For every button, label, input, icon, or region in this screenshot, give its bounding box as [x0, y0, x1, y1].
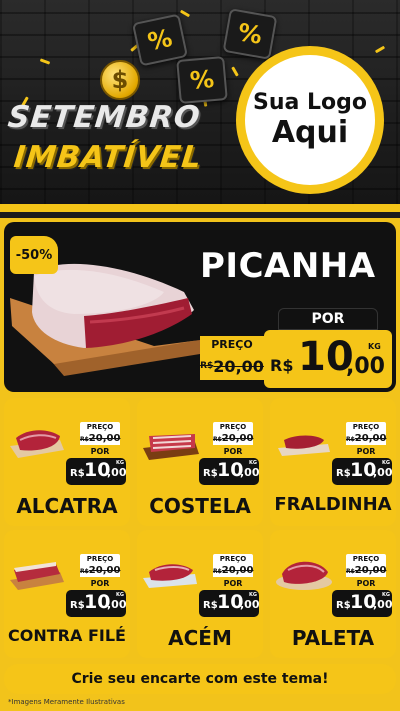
featured-por-label: POR [278, 308, 378, 330]
product-card: PREÇO R$20,00 POR R$ 10,00 KG ACÉM [137, 530, 263, 658]
product-card: PREÇO R$20,00 POR R$ 10,00 KG COSTELA [137, 398, 263, 526]
product-name: CONTRA FILÉ [8, 626, 126, 645]
logo-text-line1: Sua Logo [252, 90, 367, 115]
title-imbativel: IMBATÍVEL [12, 140, 204, 175]
old-price: R$20,00 [213, 564, 254, 577]
por-label: POR [80, 446, 120, 457]
product-price: R$ 10,00 KG [332, 590, 393, 617]
meat-image [143, 434, 199, 460]
product-name: FRALDINHA [274, 494, 392, 515]
confetti-decoration [39, 58, 51, 65]
cta-banner[interactable]: Crie seu encarte com este tema! [4, 664, 396, 694]
preco-label: PREÇO [213, 554, 253, 564]
product-name: COSTELA [149, 494, 251, 518]
old-price: R$20,00 [80, 432, 121, 445]
featured-product-name: PICANHA [200, 246, 376, 286]
preco-label: PREÇO [80, 422, 120, 432]
meat-image [143, 564, 197, 588]
product-price: R$ 10,00 KG [332, 458, 393, 485]
product-card: PREÇO R$20,00 POR R$ 10,00 KG PALETA [270, 530, 396, 658]
featured-preco-label: PREÇO [200, 336, 264, 352]
product-price: R$ 10,00 KG [66, 590, 127, 617]
product-card: PREÇO R$20,00 POR R$ 10,00 KG CONTRA FILÉ [4, 530, 130, 658]
product-card: PREÇO R$20,00 POR R$ 10,00 KG ALCATRA [4, 398, 130, 526]
percent-icon: % [222, 8, 278, 60]
meat-image [276, 561, 332, 590]
preco-label: PREÇO [346, 554, 386, 564]
meat-image [278, 435, 330, 456]
old-price: R$20,00 [213, 432, 254, 445]
product-name: PALETA [291, 626, 375, 650]
logo-text-line2: Aqui [271, 115, 349, 150]
por-label: POR [213, 578, 253, 589]
dollar-coin-icon: $ [100, 60, 140, 100]
product-name: ALCATRA [16, 494, 118, 518]
meat-image [10, 430, 64, 458]
product-name: ACÉM [168, 626, 232, 650]
preco-label: PREÇO [346, 422, 386, 432]
preco-label: PREÇO [80, 554, 120, 564]
old-price: R$20,00 [346, 432, 387, 445]
por-label: POR [346, 578, 386, 589]
confetti-decoration [179, 9, 191, 18]
preco-label: PREÇO [213, 422, 253, 432]
product-price: R$ 10,00 KG [199, 590, 260, 617]
confetti-decoration [231, 66, 239, 77]
featured-old-price: R$ 20,00 [200, 352, 264, 380]
featured-price: R$ 10 ,00 KG [264, 330, 392, 388]
logo-placeholder: Sua Logo Aqui [236, 46, 384, 194]
header-banner: % % % $ SETEMBRO IMBATÍVEL Sua Logo Aqui [0, 0, 400, 212]
meat-image [10, 562, 64, 590]
por-label: POR [213, 446, 253, 457]
por-label: POR [80, 578, 120, 589]
percent-icon: % [176, 55, 228, 105]
product-card: PREÇO R$20,00 POR R$ 10,00 KG FRALDINHA [270, 398, 396, 526]
old-price: R$20,00 [346, 564, 387, 577]
discount-badge: -50% [10, 236, 58, 274]
product-price: R$ 10,00 KG [199, 458, 260, 485]
product-price: R$ 10,00 KG [66, 458, 127, 485]
footnote: *Imagens Meramente Ilustrativas [8, 698, 125, 706]
title-setembro: SETEMBRO [6, 100, 203, 135]
divider-stripe [0, 212, 400, 218]
confetti-decoration [374, 45, 386, 54]
old-price: R$20,00 [80, 564, 121, 577]
percent-icon: % [131, 13, 189, 67]
por-label: POR [346, 446, 386, 457]
